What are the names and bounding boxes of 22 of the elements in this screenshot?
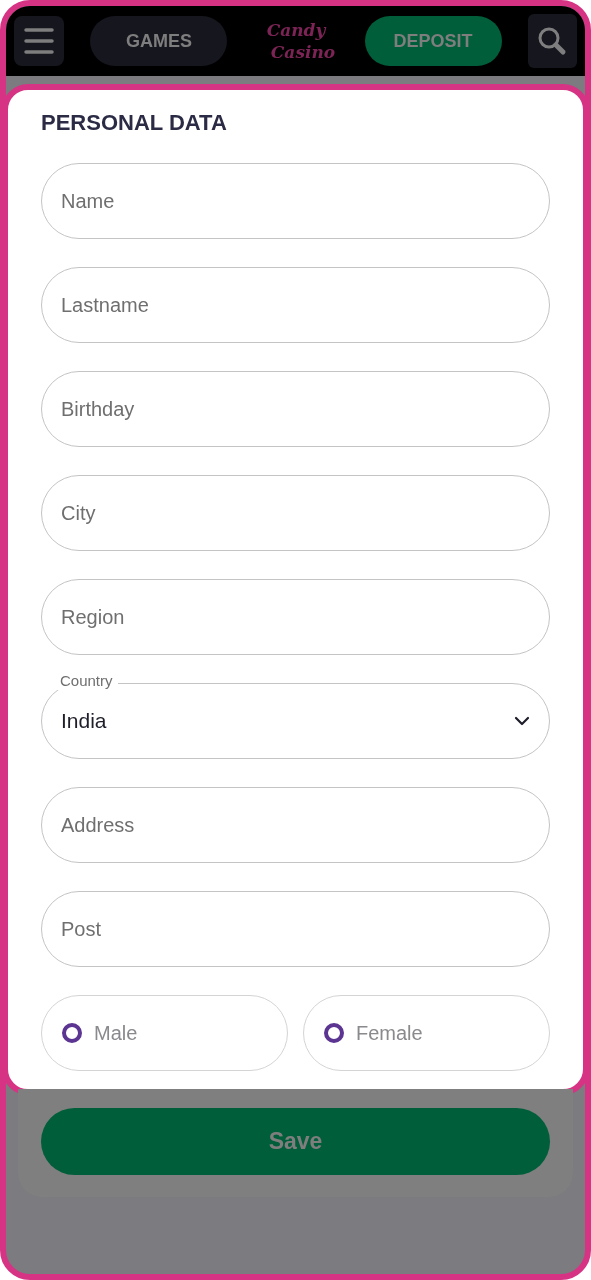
games-button[interactable]: GAMES	[90, 16, 228, 66]
save-button[interactable]: Save	[41, 1108, 550, 1175]
deposit-button[interactable]: DEPOSIT	[364, 16, 502, 66]
search-icon	[537, 26, 568, 56]
chevron-down-icon	[514, 716, 530, 726]
select-value: India	[61, 708, 107, 735]
input-field[interactable]: City	[41, 475, 550, 551]
input-field[interactable]: Region	[41, 579, 550, 655]
form-title: PERSONAL DATA	[41, 109, 228, 137]
input-field[interactable]: Address	[41, 787, 550, 863]
menu-icon	[23, 27, 55, 55]
radio-button[interactable]	[62, 1023, 82, 1043]
logo[interactable]: Candy Casino	[253, 19, 339, 63]
input-field[interactable]: Birthday	[41, 371, 550, 447]
input-field[interactable]: Name	[41, 163, 550, 239]
input-field[interactable]: Post	[41, 891, 550, 967]
search-button[interactable]	[527, 14, 577, 68]
input-field[interactable]: Lastname	[41, 267, 550, 343]
gender-option[interactable]: Female	[303, 995, 550, 1071]
gender-option[interactable]: Male	[41, 995, 288, 1071]
radio-button[interactable]	[324, 1023, 344, 1043]
menu-button[interactable]	[14, 16, 64, 66]
